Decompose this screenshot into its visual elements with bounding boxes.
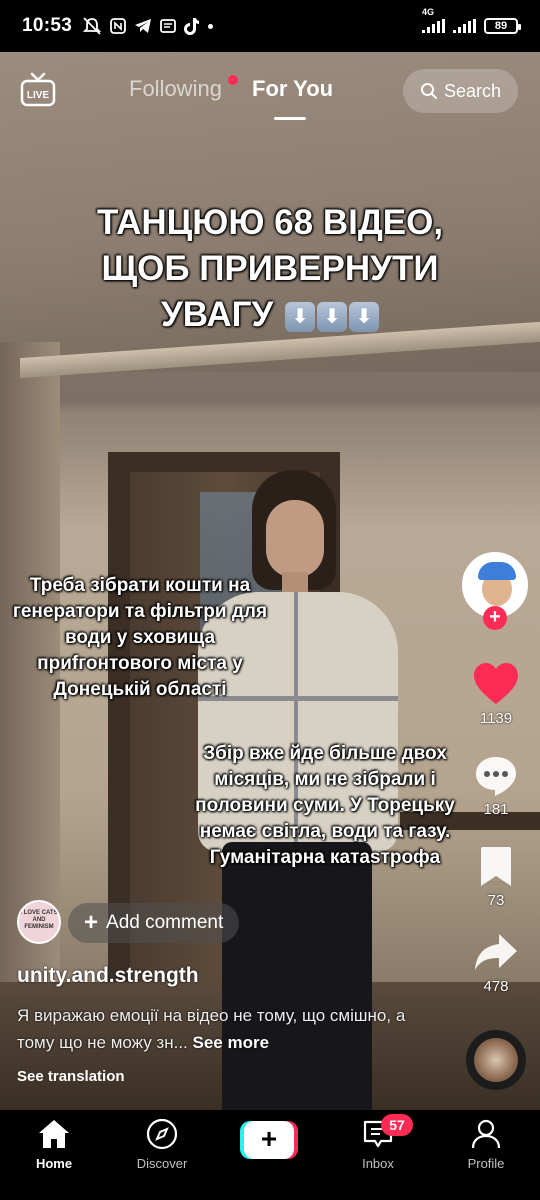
comment-button[interactable]: 181 (458, 755, 534, 818)
add-comment-button[interactable]: + Add comment (68, 903, 240, 943)
see-more-link[interactable]: See more (193, 1033, 270, 1052)
nfc-icon (110, 18, 127, 34)
caption-main-line2: ЩОБ ПРИВЕРНУТИ (101, 249, 439, 288)
bottom-nav: Home Discover + Inbox Profile (0, 1110, 540, 1200)
notification-icons (82, 17, 214, 35)
caption-main-line3: УВАГУ (161, 295, 274, 334)
comment-icon (476, 757, 516, 796)
network-indicator: 4G (422, 7, 445, 33)
muted-bell-icon (82, 17, 102, 35)
like-count: 1139 (479, 710, 513, 727)
bookmark-icon (481, 847, 511, 886)
home-icon (39, 1120, 69, 1148)
like-button[interactable]: 1139 (458, 662, 534, 727)
status-time: 10:53 (22, 15, 73, 36)
nav-home-label: Home (35, 1156, 73, 1171)
nav-profile-label: Profile (467, 1156, 505, 1171)
caption-main-line1: ТАНЦЮЮ 68 ВІДЕО, (96, 203, 444, 242)
comment-count: 181 (483, 801, 509, 818)
creator-username[interactable]: unity.and.strength (17, 964, 199, 988)
avatar-cap (478, 562, 516, 580)
live-button[interactable]: LIVE (20, 72, 56, 108)
share-count: 478 (483, 978, 509, 995)
telegram-icon (135, 19, 152, 33)
search-button[interactable]: Search (403, 69, 518, 113)
video-person-legs (222, 842, 372, 1110)
plus-icon: + (84, 909, 99, 936)
see-translation-link[interactable]: See translation (17, 1068, 125, 1085)
profile-icon (471, 1119, 501, 1149)
post-description: Я виражаю емоції на відео не тому, що см… (17, 1002, 437, 1056)
down-arrow-emoji-icon: ⬇ ⬇ ⬇ (283, 295, 379, 334)
video-caption-main: ТАНЦЮЮ 68 ВІДЕО, ЩОБ ПРИВЕРНУТИ УВАГУ ⬇ ⬇… (40, 200, 500, 338)
commenter-avatar: I LOVE CATS AND FEMINISM (17, 900, 61, 944)
live-label: LIVE (27, 90, 50, 101)
create-button[interactable]: + (240, 1121, 298, 1159)
battery-icon: 89 (484, 18, 521, 34)
commenter-avatar-text: I LOVE CATS AND FEMINISM (20, 910, 58, 930)
caption-main-line3-wrap: УВАГУ ⬇ ⬇ ⬇ (40, 292, 500, 338)
active-tab-indicator (274, 117, 306, 120)
heart-icon (474, 663, 518, 704)
share-arrow-icon (475, 934, 517, 970)
follow-button[interactable]: + (483, 606, 507, 630)
nav-profile[interactable]: Profile (436, 1118, 536, 1171)
nav-inbox-label: Inbox (362, 1156, 394, 1171)
bookmark-count: 73 (487, 892, 505, 909)
nav-discover[interactable]: Discover (112, 1118, 212, 1171)
inbox-badge: 57 (381, 1114, 413, 1136)
live-tv-icon: LIVE (20, 72, 56, 107)
bookmark-button[interactable]: 73 (458, 846, 534, 909)
tiktok-icon (184, 18, 200, 35)
add-comment-label: Add comment (106, 912, 224, 933)
status-right: 4G 89 (422, 7, 521, 34)
create-plus-icon: + (244, 1121, 294, 1159)
video-caption-right: Збір вже йде більше двох місяців, ми не … (195, 743, 455, 868)
video-caption-left: Треба зібрати кошти на генератори та філ… (12, 575, 268, 700)
tab-for-you[interactable]: For You (252, 76, 333, 102)
nav-home[interactable]: Home (4, 1118, 104, 1171)
search-icon (420, 83, 437, 99)
more-notifications-dot (208, 23, 214, 29)
signal-icon-2 (453, 19, 476, 33)
network-type: 4G (422, 7, 435, 17)
tab-following[interactable]: Following (129, 76, 222, 102)
message-icon (160, 19, 177, 33)
share-button[interactable]: 478 (458, 932, 534, 995)
nav-discover-label: Discover (136, 1156, 188, 1171)
signal-icon-1 (422, 19, 445, 33)
battery-level: 89 (494, 20, 508, 32)
music-disc-icon[interactable] (466, 1030, 526, 1090)
compass-icon (146, 1118, 178, 1150)
nav-inbox[interactable]: Inbox (328, 1118, 428, 1171)
following-notification-dot (228, 75, 238, 85)
status-bar: 10:53 4G 89 (0, 0, 540, 52)
search-label: Search (443, 80, 502, 101)
video-person-face (266, 500, 324, 578)
